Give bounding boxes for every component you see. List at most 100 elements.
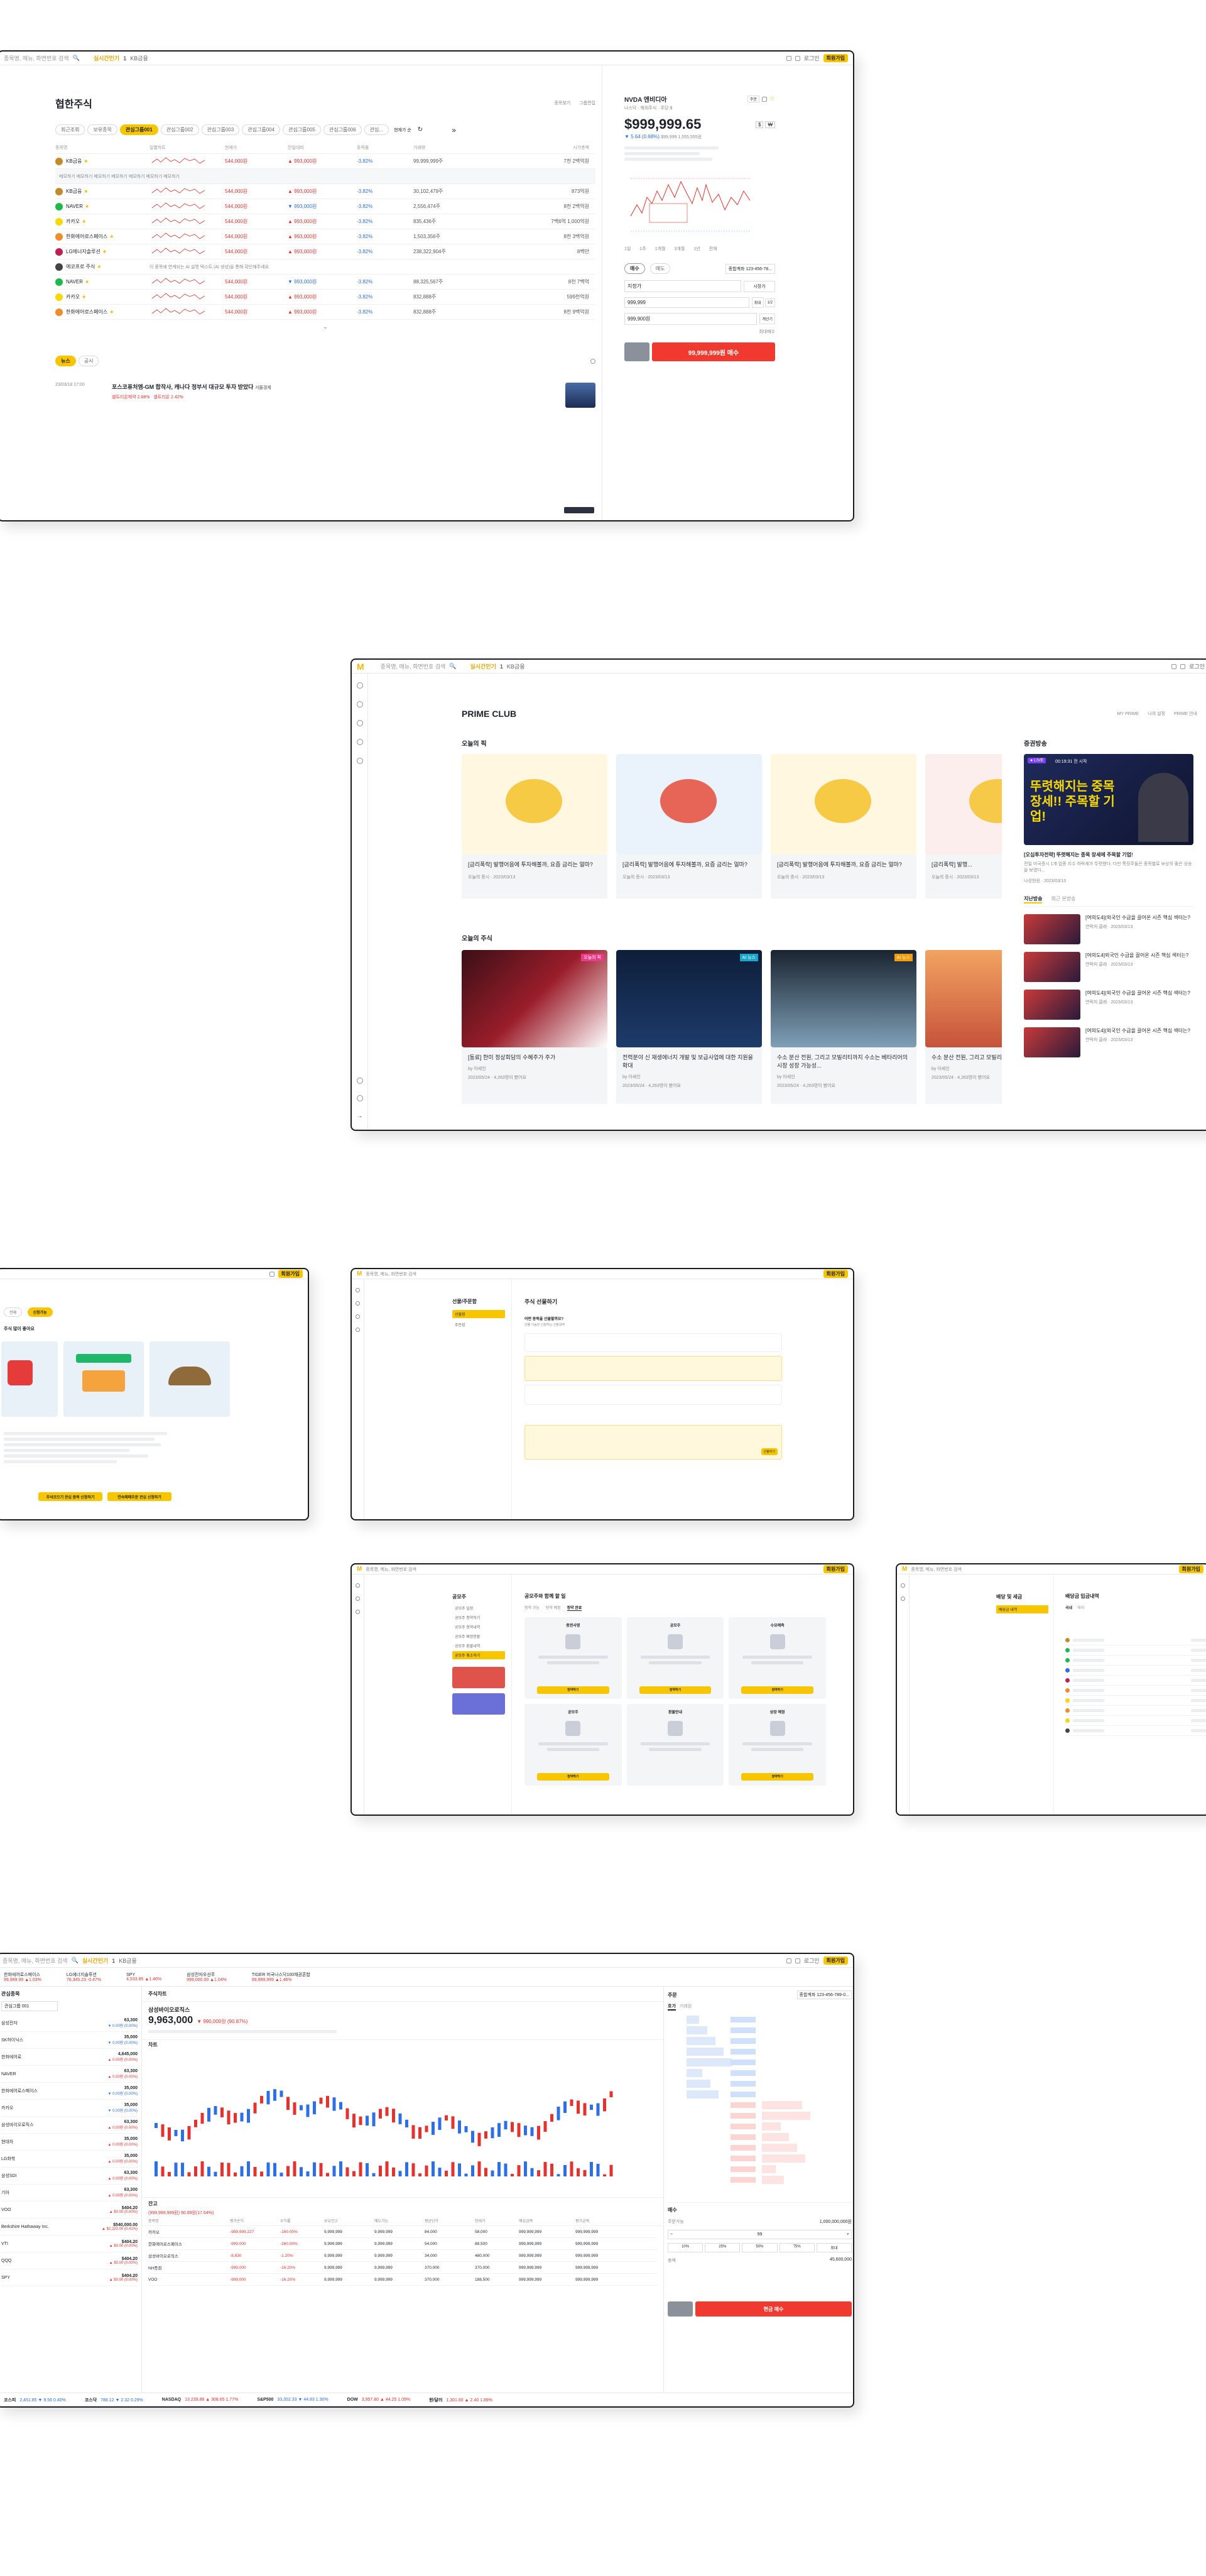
link-settings[interactable]: 나의 설정 xyxy=(1148,711,1165,717)
order-book-price[interactable] xyxy=(731,2177,756,2183)
chat-icon[interactable] xyxy=(795,1958,800,1963)
signup-button[interactable]: 회원가입 xyxy=(823,1270,848,1278)
group-tab[interactable]: 관심그룹004 xyxy=(242,124,281,135)
table-row[interactable]: 카카오 ★ 544,000원 ▲ 993,000원 -3.82% 835,436주 7백6억… xyxy=(55,214,595,229)
search-input[interactable]: 종목명, 메뉴, 화면번호 검색 xyxy=(4,54,69,62)
table-row[interactable]: 에코프로 주식 ★ 이 종목에 연계되는 AI 설명 텍스트 (AI 생성)을 통해… xyxy=(55,259,595,275)
stock-card[interactable]: 수소 분산 전원, 그리고 모빌리티까지 수소는 베타리어... by 아세인 20… xyxy=(925,950,1002,1113)
login-button[interactable]: 로그인 xyxy=(804,1957,820,1965)
pick-card[interactable]: [금리폭락] 발행어음에 투자해볼까, 요즘 금리는 얼마? 오늘의 증시 · 2… xyxy=(616,754,762,905)
buy-button[interactable]: 99,999,999원 매수 xyxy=(652,342,775,361)
order-book-price[interactable] xyxy=(731,2092,756,2097)
col-change[interactable]: 전일대비 xyxy=(288,145,357,151)
ipo-card[interactable]: 공모주 청약하기 xyxy=(524,1704,622,1786)
stock-name-cell[interactable]: NAVER ★ xyxy=(55,202,149,210)
ratio-button[interactable]: 25% xyxy=(705,2243,741,2252)
watch-row[interactable]: 삼성바이오로직스 63,300 ▲ 0.00원 (0.00%) xyxy=(1,2117,138,2134)
group-tab[interactable]: 최근조회 xyxy=(55,124,85,135)
order-book-price[interactable] xyxy=(731,2113,756,2119)
menu-item[interactable]: 공모주 환불내역 xyxy=(452,1642,505,1650)
chart-period-tab[interactable]: 1개월 xyxy=(655,246,666,252)
chat-icon[interactable] xyxy=(795,55,800,61)
table-row[interactable]: 메모하기 메모하기 메모하기 메모하기 메모하기 메모하기 메모하기 xyxy=(55,169,595,184)
ticker-item[interactable]: TIGER 미국나스닥100채권혼합 99,999,999 ▲1.46% xyxy=(252,1972,310,1982)
chart-period-tab[interactable]: 1일 xyxy=(624,246,631,252)
market-index[interactable]: 원/달러 1,301.60 ▲ 2.40 1.89% xyxy=(429,2397,492,2403)
order-book-price[interactable] xyxy=(731,2166,756,2172)
col-cap[interactable]: 시가총액 xyxy=(495,145,589,151)
watch-row[interactable]: 카카오 35,000 ▼ 0.00원 (0.00%) xyxy=(1,2100,138,2117)
stock-card[interactable]: AI 뉴스 수소 분산 전원, 그리고 모빌리티까지 수소는 베타리어의 시장 성… xyxy=(771,950,916,1113)
memo-text[interactable]: 메모하기 메모하기 메모하기 메모하기 메모하기 메모하기 메모하기 xyxy=(55,173,180,180)
signup-button[interactable]: 회원가입 xyxy=(278,1270,303,1278)
watchlist-group-select[interactable]: 관심그룹 001 xyxy=(1,2001,58,2011)
star-icon[interactable]: ★ xyxy=(85,204,89,209)
ratio-button[interactable]: 10% xyxy=(668,2243,704,2252)
login-button[interactable]: 로그인 xyxy=(1189,662,1205,670)
pick-card[interactable]: [금리폭락] 발행어음에 투자해볼까, 요즘 금리는 얼마? 오늘의 증시 · 2… xyxy=(771,754,916,905)
group-tab[interactable]: 관심그룹003 xyxy=(201,124,240,135)
market-index[interactable]: DOW 3,957.80 ▲ 44.25 1.09% xyxy=(347,2398,411,2402)
watch-row[interactable]: 삼성SDI 63,300 ▲ 0.00원 (0.00%) xyxy=(1,2168,138,2185)
menu-item-order[interactable]: 주문함 xyxy=(452,1321,505,1329)
stock-name-cell[interactable]: KB금융 ★ xyxy=(55,157,149,165)
realtime-stock[interactable]: KB금융 xyxy=(507,662,525,670)
inbox-icon[interactable] xyxy=(356,1610,360,1614)
holdings-col[interactable]: 매도가능 xyxy=(374,2218,425,2224)
chat-icon[interactable] xyxy=(1180,663,1186,669)
ipo-card[interactable]: 증권사명 청약하기 xyxy=(524,1617,622,1699)
star-icon[interactable] xyxy=(356,701,363,707)
menu-item[interactable]: 공모주 취소하기 xyxy=(452,1651,505,1659)
past-broadcast-item[interactable]: [여의도4](외국인 수급을 끌어온 시즌 핵심 섹터는? 연락처 클래 · 20… xyxy=(1024,1027,1193,1057)
qty-input[interactable]: 99 xyxy=(758,2232,763,2237)
tab-foreign[interactable]: 해외 xyxy=(1077,1605,1084,1610)
search-input[interactable]: 종목명, 메뉴, 화면번호 검색 xyxy=(366,1271,416,1277)
order-book-price[interactable] xyxy=(731,2102,756,2108)
search-input[interactable]: 종목명, 메뉴, 화면번호 검색 xyxy=(381,662,446,670)
home-icon[interactable] xyxy=(356,682,363,689)
news-related-2[interactable]: 셀트리온 2.42% xyxy=(153,395,183,400)
group-tab[interactable]: 관심그룹006 xyxy=(323,124,362,135)
holdings-row[interactable]: 카카오 -999,999,227 -160.00% 9,999,999 9,999,99… xyxy=(148,2226,657,2238)
watch-row[interactable]: VTI $404.20 ▲ $0.00 (0.00%) xyxy=(1,2235,138,2252)
ratio-button[interactable]: 50% xyxy=(742,2243,778,2252)
buy-button[interactable]: 현금 매수 xyxy=(695,2301,852,2317)
search-icon[interactable]: 🔍 xyxy=(449,663,456,670)
order-link[interactable]: 주문 xyxy=(747,96,760,102)
link-my-prime[interactable]: MY PRIME xyxy=(1117,712,1139,716)
download-icon[interactable] xyxy=(786,55,791,61)
stock-card[interactable]: AI 뉴스 전력분야 신 재생에너지 개발 및 보급사업에 대한 지원을 확대 by… xyxy=(616,950,762,1113)
market-index[interactable]: 코스닥 788.12 ▼ 2.32 0.29% xyxy=(85,2397,143,2403)
group-tab[interactable]: 관심... xyxy=(364,124,389,135)
stock-card[interactable]: 오늘의 픽 [동료] 한미 정상회담의 수혜주가 주가 by 아세인 2023/05/… xyxy=(462,950,607,1113)
dividend-row[interactable] xyxy=(1065,1676,1206,1686)
holdings-col[interactable]: 보유잔고 xyxy=(324,2218,374,2224)
logo[interactable]: M xyxy=(357,1270,362,1277)
link-prime-info[interactable]: PRIME 안내 xyxy=(1174,711,1197,717)
tab-broker[interactable]: 거래원 xyxy=(680,2003,692,2011)
past-broadcast-item[interactable]: [여의도4]외국인 수급을 끌어온 시즌 핵심 섹터는? 연락처 클래 · 202… xyxy=(1024,952,1193,982)
gift-form[interactable]: 선물하기 xyxy=(524,1425,782,1460)
stock-name-cell[interactable]: 한화에어로스페이스 ★ xyxy=(55,232,149,241)
qty-input[interactable]: 999,900원 xyxy=(624,313,758,325)
table-row[interactable]: 한화에어로스페이스 ★ 544,000원 ▲ 993,000원 -3.82% 832,88… xyxy=(55,305,595,320)
price-mode-2[interactable]: 1/2 xyxy=(764,298,775,307)
col-volume[interactable]: 거래량 xyxy=(413,145,495,151)
table-row[interactable]: NAVER ★ 544,000원 ▼ 993,000원 -3.82% 88,325,567… xyxy=(55,275,595,290)
chip-available[interactable]: 신청가능 xyxy=(27,1307,53,1317)
watch-row[interactable]: 한화에어로스페이스 35,000 ▼ 0.00원 (0.00%) xyxy=(1,2083,138,2100)
history-icon[interactable] xyxy=(356,758,363,764)
apply-button[interactable]: 청약하기 xyxy=(537,1686,609,1694)
live-video[interactable]: ● LIVE 00:19:31 전 시작 뚜렷해지는 중목 장세!! 주목할 기… xyxy=(1024,754,1193,845)
star-icon[interactable]: ★ xyxy=(102,249,107,254)
holdings-col[interactable]: 평가금액 xyxy=(575,2218,632,2224)
table-row[interactable]: KB금융 ★ 544,000원 ▲ 993,000원 -3.82% 30,102,479주… xyxy=(55,184,595,199)
tab-disclosure[interactable]: 공시 xyxy=(78,356,99,366)
promo-card-2[interactable] xyxy=(63,1341,144,1417)
dividend-row[interactable] xyxy=(1065,1726,1206,1736)
stock-name-cell[interactable]: 카카오 ★ xyxy=(55,293,149,301)
bookmark-icon[interactable] xyxy=(762,96,768,102)
menu-item-dividend[interactable]: 배당금 내역 xyxy=(996,1605,1048,1613)
order-book-price[interactable] xyxy=(731,2156,756,2161)
star-icon[interactable]: ★ xyxy=(85,279,89,285)
